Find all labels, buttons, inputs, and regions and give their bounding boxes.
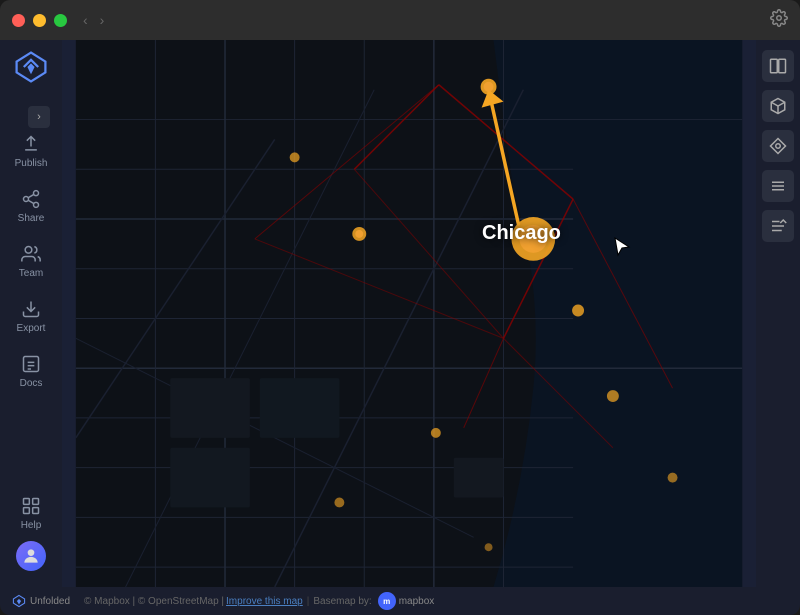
traffic-lights bbox=[12, 14, 67, 27]
main-layout: › Publish Share bbox=[0, 40, 800, 587]
forward-arrow[interactable]: › bbox=[96, 10, 109, 30]
split-map-button[interactable] bbox=[762, 50, 794, 82]
sidebar-item-export[interactable]: Export bbox=[0, 289, 62, 344]
draw-tool-button[interactable] bbox=[762, 130, 794, 162]
mapbox-icon: m bbox=[378, 592, 396, 610]
settings-icon[interactable] bbox=[770, 9, 788, 32]
app-window: ‹ › › bbox=[0, 0, 800, 615]
3d-view-button[interactable] bbox=[762, 90, 794, 122]
mapbox-logo: m mapbox bbox=[378, 592, 435, 610]
sidebar-item-publish[interactable]: Publish bbox=[0, 124, 62, 179]
brand-logo-small: Unfolded bbox=[12, 594, 70, 608]
mapbox-text: mapbox bbox=[399, 596, 435, 607]
nav-arrows: ‹ › bbox=[79, 10, 108, 30]
brand-name: Unfolded bbox=[30, 596, 70, 607]
attribution-text: © Mapbox | © OpenStreetMap | bbox=[84, 596, 224, 607]
user-avatar[interactable] bbox=[16, 541, 46, 571]
improve-map-link[interactable]: Improve this map bbox=[226, 596, 303, 607]
maximize-button[interactable] bbox=[54, 14, 67, 27]
app-logo[interactable] bbox=[12, 48, 50, 86]
basemap-label: Basemap by: bbox=[313, 596, 371, 607]
sidebar-item-docs[interactable]: Docs bbox=[0, 344, 62, 399]
close-button[interactable] bbox=[12, 14, 25, 27]
sidebar-toggle-button[interactable]: › bbox=[28, 106, 50, 128]
layers-button[interactable] bbox=[762, 170, 794, 202]
back-arrow[interactable]: ‹ bbox=[79, 10, 92, 30]
layer-order-button[interactable] bbox=[762, 210, 794, 242]
left-sidebar: › Publish Share bbox=[0, 40, 62, 587]
separator: | bbox=[307, 596, 310, 607]
sidebar-item-share[interactable]: Share bbox=[0, 179, 62, 234]
sidebar-item-team[interactable]: Team bbox=[0, 234, 62, 289]
sidebar-item-help[interactable]: Help bbox=[0, 486, 62, 541]
bottom-bar: Unfolded © Mapbox | © OpenStreetMap | Im… bbox=[0, 587, 800, 615]
titlebar: ‹ › bbox=[0, 0, 800, 40]
map-container[interactable]: Chicago bbox=[62, 40, 756, 587]
right-toolbar bbox=[756, 40, 800, 587]
minimize-button[interactable] bbox=[33, 14, 46, 27]
